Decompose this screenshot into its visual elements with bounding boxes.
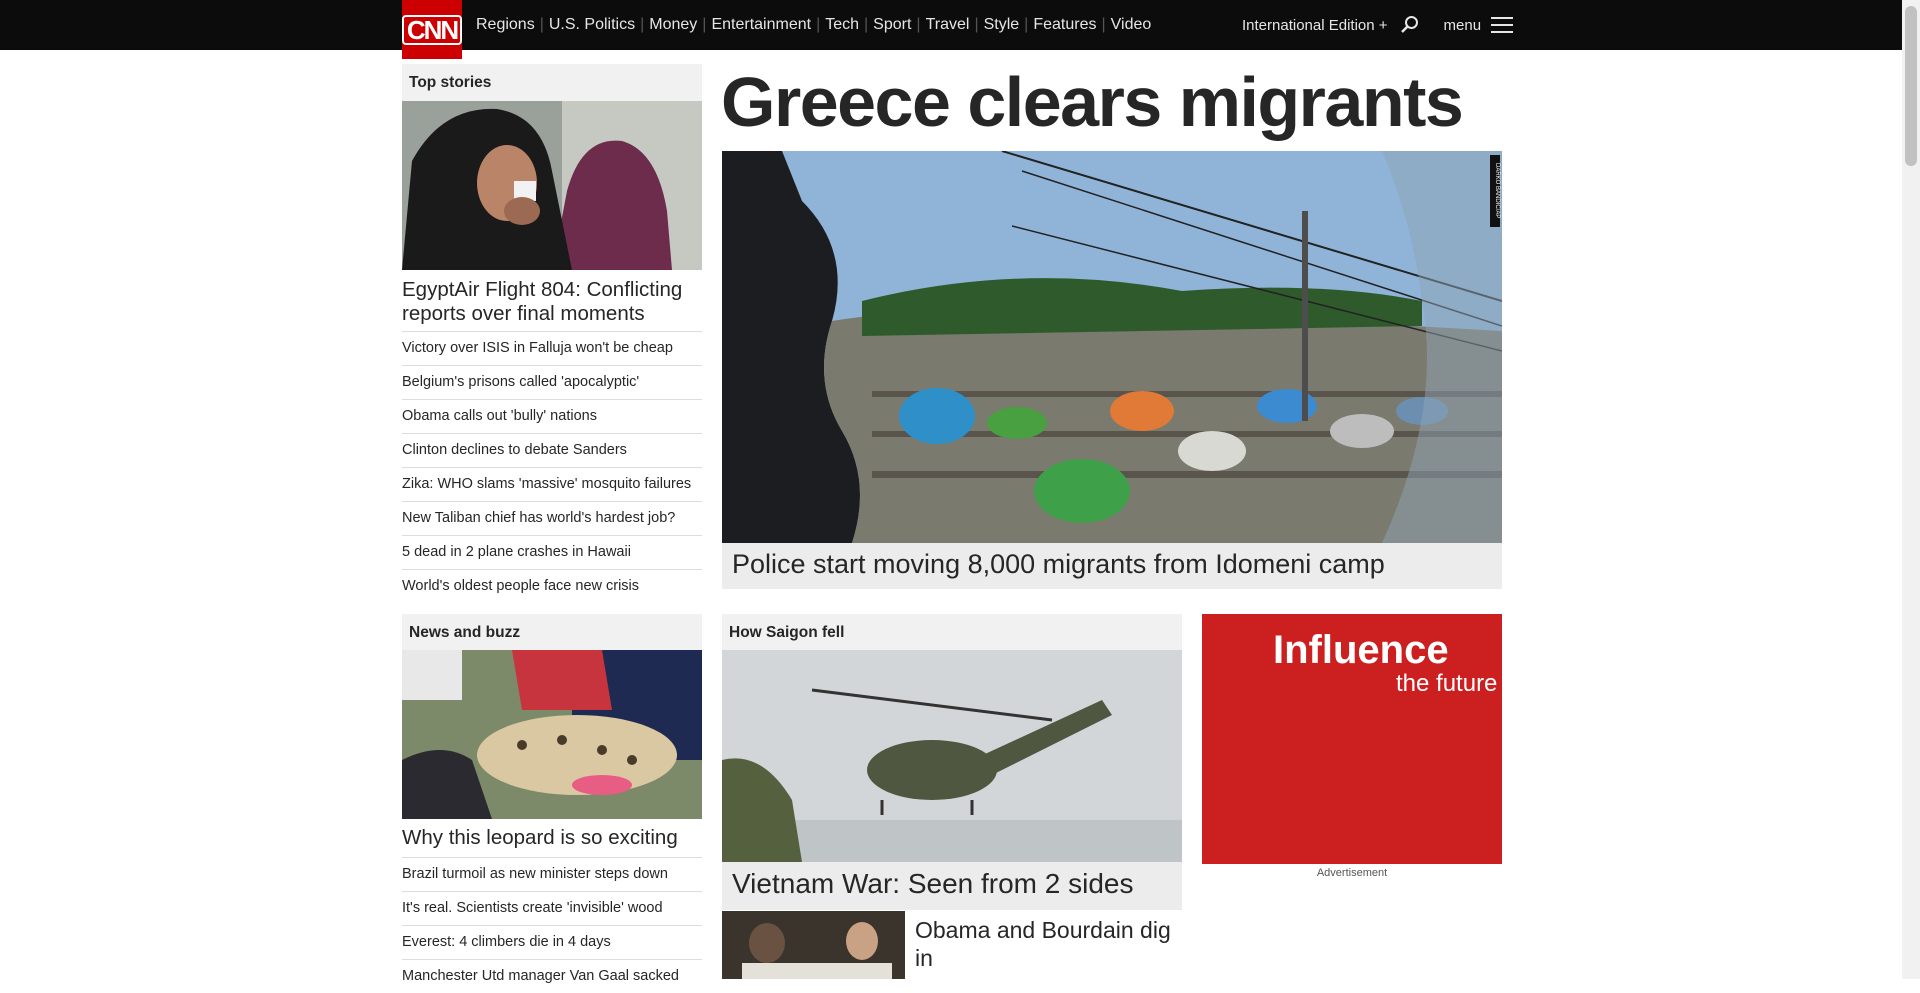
top-stories-image[interactable] xyxy=(402,101,702,270)
main-story-title[interactable]: Greece clears migrants xyxy=(721,62,1464,142)
obama-bourdain-image[interactable] xyxy=(722,911,905,979)
list-item[interactable]: Belgium's prisons called 'apocalyptic' xyxy=(402,365,702,399)
list-item[interactable]: Victory over ISIS in Falluja won't be ch… xyxy=(402,331,702,365)
list-item[interactable]: It's real. Scientists create 'invisible'… xyxy=(402,891,702,925)
advertisement-label: Advertisement xyxy=(1316,867,1388,879)
obama-bourdain-headline[interactable]: Obama and Bourdain dig in xyxy=(915,916,1175,972)
list-item[interactable]: Obama calls out 'bully' nations xyxy=(402,399,702,433)
list-item[interactable]: Zika: WHO slams 'massive' mosquito failu… xyxy=(402,467,702,501)
logo-text: CNN xyxy=(401,14,463,45)
hamburger-menu-icon[interactable] xyxy=(1491,17,1514,33)
news-buzz-header: News and buzz xyxy=(402,614,702,651)
nav-tech[interactable]: Tech xyxy=(820,16,864,34)
photo-credit: DARKO BANDIC/AP xyxy=(1490,155,1500,227)
nav-entertainment[interactable]: Entertainment xyxy=(706,16,816,34)
main-story-image[interactable] xyxy=(722,151,1502,543)
list-item[interactable]: World's oldest people face new crisis xyxy=(402,569,702,603)
list-item[interactable]: 5 dead in 2 plane crashes in Hawaii xyxy=(402,535,702,569)
nav-features[interactable]: Features xyxy=(1028,16,1101,34)
edition-selector[interactable]: International Edition + xyxy=(1242,17,1388,34)
nav-video[interactable]: Video xyxy=(1106,16,1157,34)
main-story-caption[interactable]: Police start moving 8,000 migrants from … xyxy=(722,543,1502,589)
top-stories-list: Victory over ISIS in Falluja won't be ch… xyxy=(402,331,702,603)
saigon-caption[interactable]: Vietnam War: Seen from 2 sides xyxy=(722,862,1182,910)
news-buzz-image[interactable] xyxy=(402,650,702,819)
ad-title: Influence xyxy=(1273,628,1449,672)
nav-travel[interactable]: Travel xyxy=(921,16,975,34)
main-nav: Regions | U.S. Politics | Money | Entertain… xyxy=(471,0,1156,50)
scrollbar-thumb[interactable] xyxy=(1905,6,1917,166)
nav-right: International Edition + menu xyxy=(1242,0,1514,50)
news-buzz-list: Brazil turmoil as new minister steps dow… xyxy=(402,857,702,993)
list-item[interactable]: Manchester Utd manager Van Gaal sacked xyxy=(402,959,702,993)
advertisement-banner[interactable]: Influence the future xyxy=(1202,614,1502,864)
list-item[interactable]: Brazil turmoil as new minister steps dow… xyxy=(402,857,702,891)
ad-subtitle: the future xyxy=(1396,670,1498,697)
menu-label[interactable]: menu xyxy=(1444,17,1482,34)
nav-regions[interactable]: Regions xyxy=(471,16,540,34)
saigon-image[interactable] xyxy=(722,650,1182,862)
nav-style[interactable]: Style xyxy=(979,16,1025,34)
list-item[interactable]: Everest: 4 climbers die in 4 days xyxy=(402,925,702,959)
list-item[interactable]: Clinton declines to debate Sanders xyxy=(402,433,702,467)
search-icon[interactable] xyxy=(1400,15,1420,35)
nav-us-politics[interactable]: U.S. Politics xyxy=(544,16,640,34)
nav-money[interactable]: Money xyxy=(644,16,702,34)
list-item[interactable]: New Taliban chief has world's hardest jo… xyxy=(402,501,702,535)
news-buzz-lead-headline[interactable]: Why this leopard is so exciting xyxy=(402,826,702,850)
saigon-header: How Saigon fell xyxy=(722,614,1182,651)
top-stories-lead-headline[interactable]: EgyptAir Flight 804: Conflicting reports… xyxy=(402,278,702,326)
cnn-logo[interactable]: CNN xyxy=(401,0,463,59)
nav-sport[interactable]: Sport xyxy=(868,16,916,34)
page-scrollbar[interactable] xyxy=(1902,0,1920,979)
top-stories-header: Top stories xyxy=(402,64,702,101)
